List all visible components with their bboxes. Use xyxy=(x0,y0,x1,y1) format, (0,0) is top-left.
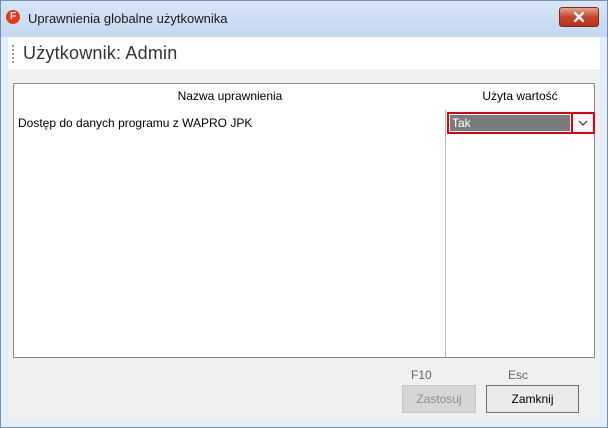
permission-value-select[interactable]: Tak xyxy=(447,112,595,134)
permission-value-text[interactable]: Tak xyxy=(450,115,570,131)
close-button[interactable]: Zamknij xyxy=(486,385,579,413)
window-title: Uprawnienia globalne użytkownika xyxy=(28,11,228,26)
close-shortcut-hint: Esc xyxy=(508,368,529,382)
grip-handle-icon[interactable] xyxy=(12,45,14,63)
column-header-value[interactable]: Użyta wartość xyxy=(446,89,594,103)
user-header: Użytkownik: Admin xyxy=(8,37,600,69)
apply-button[interactable]: Zastosuj xyxy=(402,385,476,413)
permissions-grid: Nazwa uprawnienia Użyta wartość Dostęp d… xyxy=(13,83,595,358)
dropdown-button[interactable] xyxy=(571,112,595,134)
column-divider xyxy=(445,110,446,357)
close-icon xyxy=(573,11,585,23)
dialog-body: Użytkownik: Admin Nazwa uprawnienia Użyt… xyxy=(8,37,600,420)
dialog-window: F Uprawnienia globalne użytkownika Użytk… xyxy=(0,0,608,428)
permission-name-cell[interactable]: Dostęp do danych programu z WAPRO JPK xyxy=(18,116,252,130)
apply-shortcut-hint: F10 xyxy=(411,368,432,382)
window-close-button[interactable] xyxy=(559,7,599,27)
app-icon: F xyxy=(6,10,20,24)
title-bar[interactable]: F Uprawnienia globalne użytkownika xyxy=(1,1,607,37)
user-label: Użytkownik: Admin xyxy=(23,43,178,63)
column-header-name[interactable]: Nazwa uprawnienia xyxy=(14,89,446,103)
chevron-down-icon xyxy=(578,120,588,126)
